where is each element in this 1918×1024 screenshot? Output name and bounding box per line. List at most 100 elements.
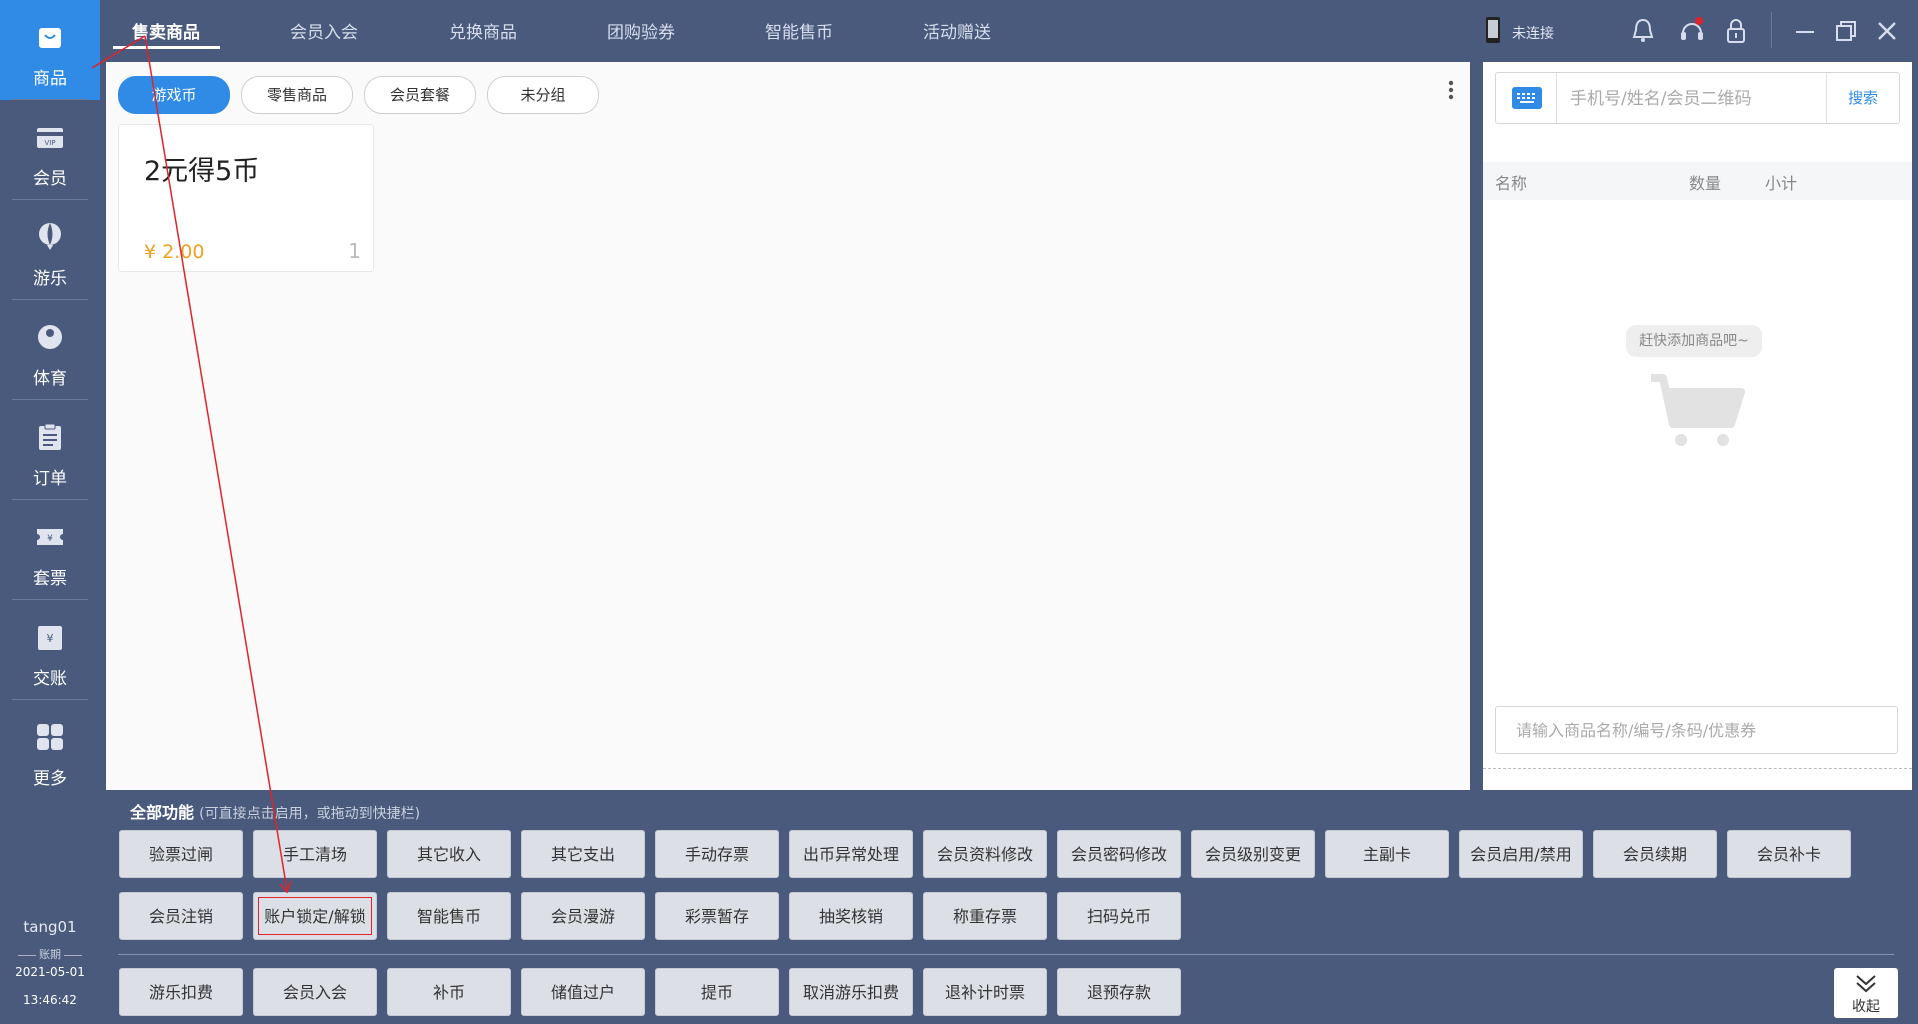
category-game-coin[interactable]: 游戏币 [118,76,230,114]
sidebar-item-label: 订单 [33,469,67,489]
func-weigh-deposit-ticket[interactable]: 称重存票 [923,892,1047,940]
cart-col-name: 名称 [1495,174,1528,193]
func-account-lock-unlock[interactable]: 账户锁定/解锁 [253,892,377,940]
ticket-icon: ¥ [37,529,63,545]
sidebar-item-label: 体育 [33,369,67,389]
quick-cancel-amusement-charge[interactable]: 取消游乐扣费 [789,968,913,1016]
tab-sell-goods[interactable]: 售卖商品 [132,18,200,43]
sidebar-item-amusement[interactable]: 游乐 [0,200,100,300]
quick-add-coin[interactable]: 补币 [387,968,511,1016]
func-manual-deposit-ticket[interactable]: 手动存票 [655,830,779,878]
sidebar-item-settle[interactable]: ¥ 交账 [0,600,100,700]
quick-withdraw-coin[interactable]: 提币 [655,968,779,1016]
sidebar-item-package[interactable]: ¥ 套票 [0,500,100,600]
svg-text:¥: ¥ [47,534,53,544]
shopping-bag-icon [39,28,61,48]
func-manual-clear[interactable]: 手工清场 [253,830,377,878]
close-icon[interactable] [1872,16,1902,46]
toolbar-divider [1771,12,1772,48]
func-ticket-gate[interactable]: 验票过闸 [119,830,243,878]
func-member-reissue-card[interactable]: 会员补卡 [1727,830,1851,878]
svg-text:¥: ¥ [47,632,54,645]
member-search-box: 搜索 [1495,72,1900,125]
tab-exchange-goods[interactable]: 兑换商品 [449,18,517,43]
func-edit-member-password[interactable]: 会员密码修改 [1057,830,1181,878]
chevron-down-icon [1856,975,1876,993]
support-headset-icon[interactable] [1677,16,1707,46]
func-member-level-change[interactable]: 会员级别变更 [1191,830,1315,878]
func-smart-coin-sale[interactable]: 智能售币 [387,892,511,940]
period-label: 账期 [0,946,100,962]
func-other-expense[interactable]: 其它支出 [521,830,645,878]
func-member-renew[interactable]: 会员续期 [1593,830,1717,878]
tab-smart-coin[interactable]: 智能售币 [765,18,833,43]
sidebar-item-member[interactable]: VIP 会员 [0,100,100,200]
cart-col-qty: 数量 [1689,174,1722,193]
sidebar-item-label: 交账 [33,669,67,689]
func-member-enable-disable[interactable]: 会员启用/禁用 [1459,830,1583,878]
top-tabs: 售卖商品 会员入会 兑换商品 团购验券 智能售币 活动赠送 [100,0,1100,60]
category-member-package[interactable]: 会员套餐 [364,76,476,114]
product-card[interactable]: 2元得5币 ¥ 2.00 1 [118,124,374,272]
tab-group-coupon[interactable]: 团购验券 [607,18,675,43]
func-other-income[interactable]: 其它收入 [387,830,511,878]
minimize-icon[interactable] [1790,16,1820,46]
tab-activity-gift[interactable]: 活动赠送 [923,18,991,43]
func-main-sub-card[interactable]: 主副卡 [1325,830,1449,878]
sidebar-item-label: 商品 [33,69,67,89]
period-time: 13:46:42 [23,993,77,1007]
cart-col-subtotal: 小计 [1765,174,1798,193]
sidebar-item-orders[interactable]: 订单 [0,400,100,500]
quick-refund-deposit[interactable]: 退预存款 [1057,968,1181,1016]
bell-icon[interactable] [1628,16,1658,46]
func-lottery-redeem[interactable]: 抽奖核销 [789,892,913,940]
functions-title: 全部功能 (可直接点击启用，或拖动到快捷栏) [130,799,420,823]
sidebar-item-sports[interactable]: 体育 [0,300,100,400]
shopping-cart-icon [1651,374,1745,446]
sidebar-item-label: 套票 [33,569,67,589]
func-scan-exchange-coin[interactable]: 扫码兑币 [1057,892,1181,940]
category-ungrouped[interactable]: 未分组 [487,76,599,114]
sidebar-item-label: 游乐 [33,269,67,289]
collapse-button[interactable]: 收起 [1834,968,1898,1018]
lock-icon[interactable] [1721,16,1751,46]
clipboard-icon [39,423,61,450]
func-edit-member-info[interactable]: 会员资料修改 [923,830,1047,878]
cart-table-header: 名称 数量 小计 [1483,162,1912,200]
func-member-cancel[interactable]: 会员注销 [119,892,243,940]
keyboard-button[interactable] [1496,73,1557,123]
func-coin-exception[interactable]: 出币异常处理 [789,830,913,878]
quick-balance-transfer[interactable]: 储值过户 [521,968,645,1016]
sidebar-item-more[interactable]: 更多 [0,700,100,800]
sidebar: 商品 VIP 会员 游乐 体育 订单 ¥ 套票 ¥ 交账 更多 tang01 账… [0,0,100,1024]
grid-icon [37,724,63,750]
keyboard-icon [1512,87,1542,109]
search-button[interactable]: 搜索 [1826,73,1899,123]
category-retail[interactable]: 零售商品 [241,76,353,114]
more-options-icon[interactable] [1446,78,1456,104]
cash-icon: ¥ [38,626,62,650]
functions-divider [118,954,1894,955]
user-info: tang01 账期 2021-05-01 13:46:42 [0,918,100,1007]
quick-refund-timed-ticket[interactable]: 退补计时票 [923,968,1047,1016]
sidebar-item-goods[interactable]: 商品 [0,0,100,100]
functions-title-text: 全部功能 [130,803,195,822]
billiard-ball-icon [38,325,62,349]
svg-text:VIP: VIP [44,139,55,147]
tab-member-join[interactable]: 会员入会 [290,18,358,43]
restore-window-icon[interactable] [1831,16,1861,46]
empty-cart-hint: 赶快添加商品吧~ [1626,325,1762,357]
phone-device-icon [1486,17,1500,43]
product-panel: 游戏币 零售商品 会员套餐 未分组 2元得5币 ¥ 2.00 1 [106,62,1470,790]
user-name: tang01 [23,918,77,936]
connection-status: 未连接 [1512,26,1554,42]
product-search-input[interactable] [1495,706,1898,754]
func-lottery-hold[interactable]: 彩票暂存 [655,892,779,940]
quick-member-join[interactable]: 会员入会 [253,968,377,1016]
member-search-input[interactable] [1568,73,1802,125]
sidebar-item-label: 会员 [33,169,67,189]
quick-amusement-charge[interactable]: 游乐扣费 [119,968,243,1016]
period-date: 2021-05-01 [15,965,85,979]
cart-panel: 搜索 名称 数量 小计 赶快添加商品吧~ [1483,62,1912,790]
func-member-roaming[interactable]: 会员漫游 [521,892,645,940]
